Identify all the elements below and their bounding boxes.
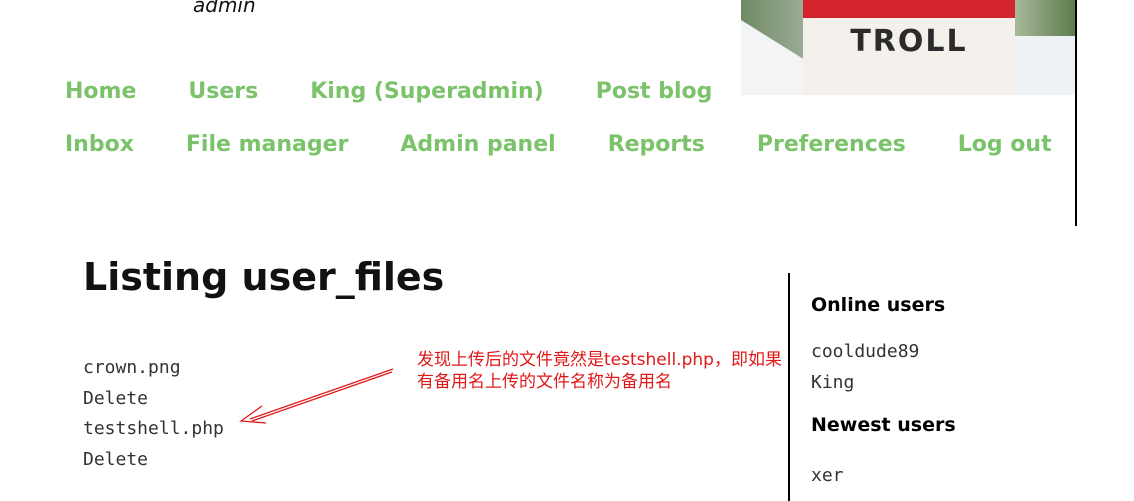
troll-sign: TROLL xyxy=(803,0,1015,95)
file-name-crown[interactable]: crown.png xyxy=(83,353,224,384)
newest-users-heading: Newest users xyxy=(811,414,956,436)
online-users-heading: Online users xyxy=(811,294,946,316)
annotation-line-1: 发现上传后的文件竟然是testshell.php，即如果 xyxy=(417,350,782,370)
file-list: crown.png Delete testshell.php Delete xyxy=(83,353,224,475)
newest-user[interactable]: xer xyxy=(811,460,956,491)
header-divider xyxy=(1075,0,1077,226)
online-user[interactable]: King xyxy=(811,367,956,398)
online-users-list: cooldude89 King xyxy=(811,336,956,398)
troll-sign-text: TROLL xyxy=(850,24,968,59)
nav-reports[interactable]: Reports xyxy=(608,132,705,157)
nav-post-blog[interactable]: Post blog xyxy=(596,79,713,104)
nav-row-1: Home Users King (Superadmin) Post blog xyxy=(65,79,764,104)
delete-link-crown[interactable]: Delete xyxy=(83,384,224,415)
online-user[interactable]: cooldude89 xyxy=(811,336,956,367)
annotation-line-2: 有备用名上传的文件名称为备用名 xyxy=(417,372,672,392)
red-annotation-note: 发现上传后的文件竟然是testshell.php，即如果 有备用名上传的文件名称… xyxy=(417,349,782,393)
nav-row-2: Inbox File manager Admin panel Reports Prefe… xyxy=(65,132,1104,157)
header-banner-image: TROLL xyxy=(741,0,1076,95)
file-name-testshell[interactable]: testshell.php xyxy=(83,414,224,445)
nav-log-out[interactable]: Log out xyxy=(958,132,1052,157)
sidebar: Online users cooldude89 King Newest user… xyxy=(811,294,956,491)
sidebar-divider xyxy=(788,273,790,501)
logged-in-username: admin xyxy=(193,0,256,17)
nav-king-superadmin[interactable]: King (Superadmin) xyxy=(310,79,544,104)
nav-admin-panel[interactable]: Admin panel xyxy=(400,132,555,157)
delete-link-testshell[interactable]: Delete xyxy=(83,445,224,476)
newest-users-list: xer xyxy=(811,460,956,491)
page-title: Listing user_files xyxy=(83,255,445,299)
nav-users[interactable]: Users xyxy=(188,79,258,104)
nav-home[interactable]: Home xyxy=(65,79,136,104)
nav-file-manager[interactable]: File manager xyxy=(186,132,349,157)
nav-preferences[interactable]: Preferences xyxy=(757,132,906,157)
nav-inbox[interactable]: Inbox xyxy=(65,132,134,157)
